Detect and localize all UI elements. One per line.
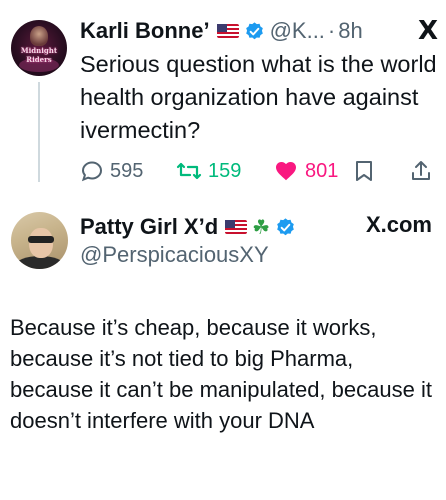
- separator-dot: ·: [327, 18, 336, 43]
- bookmark-icon: [356, 161, 372, 181]
- author-handle[interactable]: @K...: [270, 18, 325, 44]
- tweet-text: Serious question what is the world healt…: [80, 51, 437, 143]
- bookmark-button[interactable]: [353, 156, 381, 186]
- avatar-glasses: [28, 236, 54, 243]
- reply-count: 595: [110, 159, 144, 182]
- avatar[interactable]: [11, 212, 68, 269]
- author-handle[interactable]: @PerspicaciousXY: [80, 242, 269, 268]
- avatar[interactable]: Midnight Riders: [11, 20, 67, 76]
- avatar-logo-text: Midnight Riders: [20, 46, 58, 64]
- avatar-figure: [30, 26, 48, 46]
- thread-line: [38, 82, 40, 182]
- shamrock-icon: ☘: [252, 216, 271, 239]
- verified-badge-icon: [277, 217, 294, 235]
- timestamp[interactable]: 8h: [338, 18, 362, 44]
- site-label: X.com: [365, 212, 432, 237]
- us-flag-icon: [225, 220, 248, 234]
- tweet-text: Because it’s cheap, because it works, be…: [10, 315, 432, 433]
- avatar-face: [29, 228, 53, 258]
- main-tweet[interactable]: Patty Girl X’d ☘ X.com @PerspicaciousXY …: [0, 196, 446, 500]
- us-flag-icon: [216, 24, 239, 38]
- repost-icon: [176, 162, 202, 180]
- quoted-tweet[interactable]: Midnight Riders Karli Bonne’ @K... · 8h …: [0, 0, 446, 196]
- tweet-actions: 595 159 801: [80, 156, 440, 186]
- tweet-header: Patty Girl X’d ☘ X.com: [80, 212, 438, 242]
- repost-button[interactable]: 159: [176, 156, 241, 186]
- x-logo-icon: X: [417, 16, 438, 46]
- like-count: 801: [305, 159, 339, 182]
- author-name[interactable]: Karli Bonne’: [80, 18, 210, 44]
- like-icon: [276, 162, 296, 181]
- tweet-header: Karli Bonne’ @K... · 8h X: [80, 16, 438, 46]
- share-icon: [412, 161, 430, 180]
- verified-badge-icon: [245, 21, 263, 39]
- share-button[interactable]: [409, 156, 439, 186]
- like-button[interactable]: 801: [273, 156, 338, 186]
- repost-count: 159: [208, 159, 242, 182]
- reply-icon: [81, 161, 103, 182]
- reply-button[interactable]: 595: [80, 156, 143, 186]
- author-name[interactable]: Patty Girl X’d: [80, 214, 218, 240]
